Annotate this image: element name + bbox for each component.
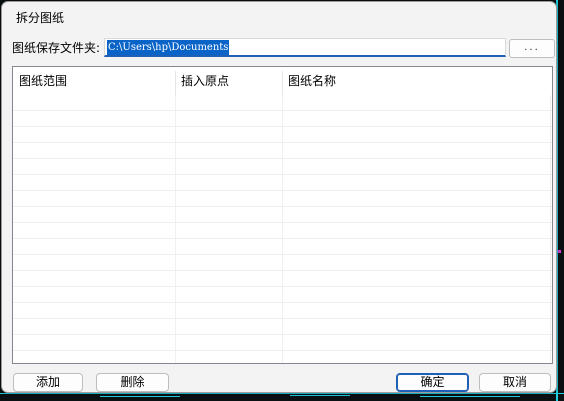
table-row[interactable] bbox=[13, 191, 552, 207]
drawing-list-table[interactable]: 图纸范围 插入原点 图纸名称 bbox=[12, 66, 553, 364]
dialog-title: 拆分图纸 bbox=[16, 11, 65, 25]
browse-folder-button[interactable]: ... bbox=[509, 39, 555, 58]
column-header-name[interactable]: 图纸名称 bbox=[282, 67, 552, 95]
table-row[interactable] bbox=[13, 143, 552, 159]
table-row[interactable] bbox=[13, 111, 552, 127]
split-drawing-dialog: 拆分图纸 图纸保存文件夹: C:\Users\hp\Documents ... … bbox=[1, 1, 557, 393]
delete-button[interactable]: 删除 bbox=[96, 373, 169, 392]
table-row[interactable] bbox=[13, 255, 552, 271]
table-row[interactable] bbox=[13, 271, 552, 287]
table-row[interactable] bbox=[13, 207, 552, 223]
table-row[interactable] bbox=[13, 95, 552, 111]
table-row[interactable] bbox=[13, 127, 552, 143]
add-button[interactable]: 添加 bbox=[13, 373, 83, 392]
save-folder-value: C:\Users\hp\Documents bbox=[107, 40, 230, 55]
table-row[interactable] bbox=[13, 303, 552, 319]
column-header-origin[interactable]: 插入原点 bbox=[175, 67, 282, 95]
table-row[interactable] bbox=[13, 351, 552, 363]
table-row[interactable] bbox=[13, 335, 552, 351]
table-row[interactable] bbox=[13, 223, 552, 239]
table-row[interactable] bbox=[13, 319, 552, 335]
cancel-button[interactable]: 取消 bbox=[479, 373, 551, 392]
ok-button[interactable]: 确定 bbox=[396, 373, 469, 392]
save-folder-label: 图纸保存文件夹: bbox=[12, 41, 101, 55]
title-bar[interactable]: 拆分图纸 bbox=[2, 2, 556, 32]
save-folder-input[interactable]: C:\Users\hp\Documents bbox=[104, 38, 506, 57]
column-header-range[interactable]: 图纸范围 bbox=[13, 67, 176, 95]
table-row[interactable] bbox=[13, 159, 552, 175]
table-header: 图纸范围 插入原点 图纸名称 bbox=[13, 67, 552, 95]
table-row[interactable] bbox=[13, 287, 552, 303]
table-row[interactable] bbox=[13, 239, 552, 255]
table-row[interactable] bbox=[13, 175, 552, 191]
